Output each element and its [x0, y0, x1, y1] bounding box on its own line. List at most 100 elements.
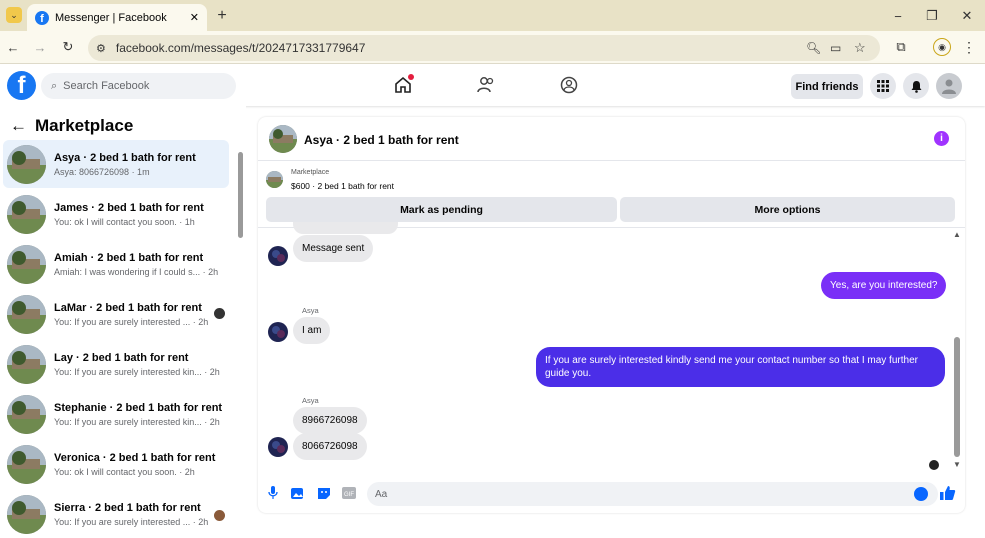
facebook-favicon-icon: f	[35, 10, 49, 25]
chat-title[interactable]: Asya · 2 bed 1 bath for rent	[304, 133, 459, 147]
message-bubble[interactable]: Yes, are you interested?	[821, 272, 947, 299]
sender-avatar	[268, 437, 288, 457]
listing-thumbnail	[7, 344, 46, 384]
microphone-icon[interactable]	[266, 486, 280, 500]
message-input[interactable]: Aa	[367, 482, 938, 506]
search-icon: ⌕	[51, 79, 58, 92]
notifications-bell-icon[interactable]	[903, 73, 929, 99]
conversation-item[interactable]: Veronica · 2 bed 1 bath for rent You: ok …	[3, 440, 229, 488]
friends-icon[interactable]	[475, 74, 497, 96]
conversation-name: Amiah · 2 bed 1 bath for rent	[54, 251, 204, 264]
site-settings-icon[interactable]: ⚙	[96, 42, 106, 55]
sender-avatar	[268, 246, 288, 266]
listing-thumbnail	[7, 144, 46, 184]
message-bubble[interactable]: If you are surely interested kindly send…	[536, 347, 945, 387]
maximize-button[interactable]: ❐	[922, 6, 942, 26]
conversation-name: Sierra · 2 bed 1 bath for rent	[54, 501, 201, 514]
cast-icon[interactable]: ▭	[830, 41, 841, 55]
message-bubble[interactable]	[293, 222, 398, 234]
seen-avatar-icon	[214, 510, 225, 521]
chat-scrollbar-thumb[interactable]	[954, 337, 960, 457]
conversation-name: Lay · 2 bed 1 bath for rent	[54, 351, 189, 364]
message-bubble[interactable]: Message sent	[293, 235, 374, 262]
conversation-item[interactable]: Stephanie · 2 bed 1 bath for rent You: If…	[3, 390, 229, 438]
tab-title: Messenger | Facebook	[55, 11, 167, 24]
conversation-preview: You: If you are surely interested kin...…	[54, 366, 220, 377]
conversation-name: Asya · 2 bed 1 bath for rent	[54, 151, 196, 164]
seen-avatar-icon	[214, 308, 225, 319]
home-icon[interactable]	[392, 74, 414, 96]
sender-avatar	[268, 322, 288, 342]
scroll-down-icon[interactable]: ▼	[953, 460, 961, 469]
conversation-item[interactable]: Lay · 2 bed 1 bath for rent You: If you a…	[3, 340, 229, 388]
sender-name: Asya	[302, 396, 319, 405]
message-bubble[interactable]: 8966726098	[293, 407, 367, 434]
more-options-button[interactable]: More options	[620, 197, 955, 222]
listing-description[interactable]: $600 · 2 bed 1 bath for rent	[291, 181, 394, 191]
reload-button[interactable]: ↻	[59, 38, 77, 56]
listing-thumbnail	[7, 394, 46, 434]
conversation-item[interactable]: Amiah · 2 bed 1 bath for rent Amiah: I wa…	[3, 240, 229, 288]
listing-thumbnail	[7, 494, 46, 534]
forward-button[interactable]: →	[31, 38, 49, 56]
find-friends-button[interactable]: Find friends	[791, 74, 863, 99]
conversation-name: James · 2 bed 1 bath for rent	[54, 201, 204, 214]
address-bar[interactable]: ⚙ facebook.com/messages/t/20247173317796…	[88, 35, 880, 61]
gif-icon[interactable]: GIF	[342, 486, 356, 500]
new-tab-button[interactable]: +	[212, 6, 232, 26]
browser-menu-icon[interactable]: ⋮	[962, 38, 976, 56]
info-icon[interactable]: i	[934, 131, 949, 146]
conversation-name: LaMar · 2 bed 1 bath for rent	[54, 301, 202, 314]
conversation-item[interactable]: LaMar · 2 bed 1 bath for rent You: If you…	[3, 290, 229, 338]
listing-thumbnail	[7, 244, 46, 284]
back-button[interactable]: ←	[4, 38, 22, 56]
sticker-icon[interactable]	[317, 486, 331, 500]
bookmark-star-icon[interactable]: ☆	[854, 40, 866, 56]
conversation-preview: You: If you are surely interested ... · …	[54, 316, 209, 327]
listing-thumbnail	[266, 171, 283, 188]
minimize-button[interactable]: −	[888, 6, 908, 26]
conversation-preview: You: If you are surely interested ... · …	[54, 516, 209, 527]
conversation-name: Stephanie · 2 bed 1 bath for rent	[54, 401, 223, 414]
search-placeholder: Search Facebook	[63, 80, 150, 92]
menu-grid-icon[interactable]	[870, 73, 896, 99]
zoom-icon[interactable]: 🔍︎	[806, 41, 821, 55]
message-input-placeholder: Aa	[375, 488, 388, 500]
read-receipt-icon	[929, 460, 939, 470]
browser-tab[interactable]: f Messenger | Facebook ✕	[27, 4, 207, 31]
mark-as-pending-button[interactable]: Mark as pending	[266, 197, 617, 222]
conversation-preview: Asya: 8066726098 · 1m	[54, 166, 150, 177]
profile-icon[interactable]: ◉	[933, 38, 951, 56]
chat-avatar[interactable]	[269, 125, 297, 153]
scroll-up-icon[interactable]: ▲	[953, 230, 961, 239]
url-text: facebook.com/messages/t/2024717331779647	[115, 41, 366, 55]
photo-icon[interactable]	[291, 486, 305, 500]
listing-category: Marketplace	[291, 169, 330, 176]
back-arrow-icon[interactable]: ←	[10, 116, 27, 136]
conversation-list-scrollbar[interactable]	[238, 152, 243, 238]
svg-text:GIF: GIF	[344, 492, 354, 498]
extensions-icon[interactable]: ⧉	[892, 38, 910, 56]
listing-thumbnail	[7, 294, 46, 334]
message-bubble[interactable]: 8066726098	[293, 433, 367, 460]
conversation-preview: You: ok I will contact you soon. · 2h	[54, 466, 195, 477]
message-bubble[interactable]: I am	[293, 317, 331, 344]
conversation-item[interactable]: Sierra · 2 bed 1 bath for rent You: If yo…	[3, 490, 229, 538]
search-input[interactable]: ⌕ Search Facebook	[41, 73, 236, 99]
like-thumb-icon[interactable]	[940, 485, 956, 501]
chat-header: Asya · 2 bed 1 bath for rent i	[258, 117, 965, 161]
conversation-preview: You: If you are surely interested kin...…	[54, 416, 220, 427]
conversation-item[interactable]: Asya · 2 bed 1 bath for rent Asya: 806672…	[3, 140, 229, 188]
close-window-button[interactable]: ✕	[957, 6, 977, 26]
account-avatar[interactable]	[936, 73, 962, 99]
conversation-preview: Amiah: I was wondering if I could s... ·…	[54, 266, 219, 277]
conversation-item[interactable]: James · 2 bed 1 bath for rent You: ok I w…	[3, 190, 229, 238]
listing-banner: Marketplace $600 · 2 bed 1 bath for rent…	[258, 162, 965, 228]
groups-icon[interactable]	[558, 74, 580, 96]
emoji-icon[interactable]	[914, 487, 928, 501]
listing-thumbnail	[7, 194, 46, 234]
tab-list-button[interactable]: ⌄	[6, 7, 22, 23]
listing-thumbnail	[7, 444, 46, 484]
facebook-logo-icon[interactable]: f	[7, 71, 36, 100]
tab-close-icon[interactable]: ✕	[190, 11, 199, 24]
